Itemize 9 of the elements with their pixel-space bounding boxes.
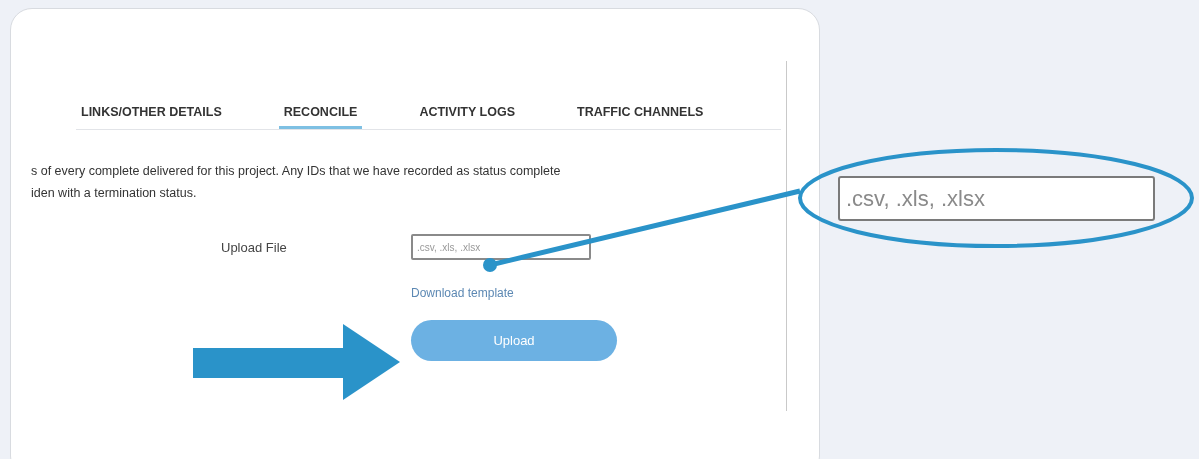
tab[interactable]: RECONCILE xyxy=(278,105,363,129)
tab[interactable]: ACTIVITY LOGS xyxy=(414,105,520,129)
file-input-field[interactable]: .csv, .xls, .xlsx xyxy=(411,234,591,260)
field-label: Upload File xyxy=(221,239,288,257)
download-template-link[interactable]: Download template xyxy=(411,286,514,300)
tab[interactable]: TRAFFIC CHANNELS xyxy=(572,105,709,129)
description-text: s of every complete delivered for this project. Any IDs that we have recorded as status complete iden with a termination status. xyxy=(31,163,562,202)
tab[interactable]: LINKS/OTHER DETAILS xyxy=(76,105,227,129)
magnified-input-field: .csv, .xls, .xlsx xyxy=(838,176,1155,221)
